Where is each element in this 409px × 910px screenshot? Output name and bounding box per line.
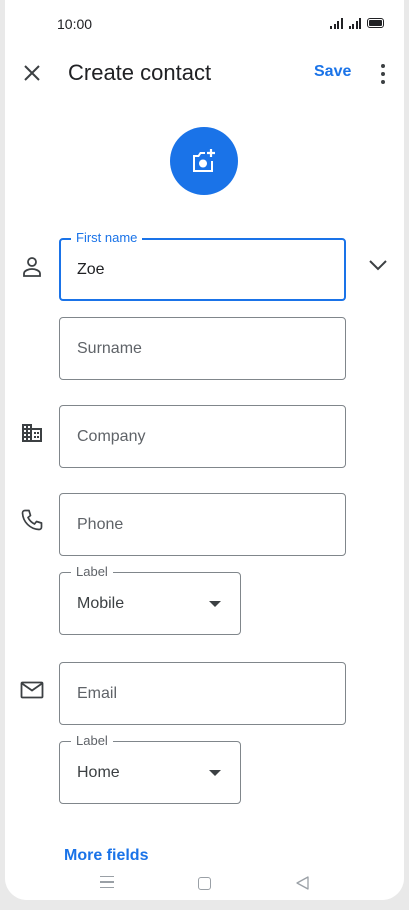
- person-icon: [19, 254, 45, 280]
- dropdown-arrow-icon: [209, 600, 221, 607]
- email-label-value: Home: [77, 763, 120, 781]
- email-label-caption: Label: [71, 733, 113, 749]
- phone-label-select[interactable]: Label Mobile: [59, 564, 241, 635]
- save-button[interactable]: Save: [314, 63, 351, 81]
- add-photo-button[interactable]: [170, 127, 238, 195]
- chevron-down-icon: [369, 260, 387, 271]
- battery-icon: [367, 18, 384, 28]
- phone-screen: 10:00 Create contact Save First name Zoe…: [5, 0, 404, 900]
- signal-icon-2: [348, 17, 361, 29]
- more-options-button[interactable]: [377, 61, 389, 87]
- phone-label-caption: Label: [71, 564, 113, 580]
- page-title: Create contact: [68, 60, 212, 85]
- phone-icon: [19, 507, 45, 533]
- add-photo-icon: [193, 149, 215, 172]
- phone-label-value: Mobile: [77, 594, 125, 612]
- phone-field[interactable]: Phone: [59, 493, 346, 556]
- nav-menu-icon[interactable]: [100, 876, 114, 888]
- more-fields-button[interactable]: More fields: [64, 847, 148, 865]
- email-label-select[interactable]: Label Home: [59, 733, 241, 804]
- close-icon: [24, 65, 40, 81]
- phone-placeholder: Phone: [77, 515, 124, 533]
- status-time: 10:00: [57, 16, 93, 32]
- surname-placeholder: Surname: [77, 339, 142, 357]
- more-vert-icon: [381, 64, 385, 68]
- status-icons: [330, 15, 384, 29]
- nav-back-icon[interactable]: [294, 875, 310, 891]
- company-placeholder: Company: [77, 427, 146, 445]
- company-field[interactable]: Company: [59, 405, 346, 468]
- dropdown-arrow-icon: [209, 769, 221, 776]
- surname-field[interactable]: Surname: [59, 317, 346, 380]
- business-icon: [19, 420, 45, 446]
- expand-name-button[interactable]: [365, 252, 391, 278]
- nav-home-icon[interactable]: [198, 877, 211, 890]
- first-name-value: Zoe: [77, 260, 105, 278]
- email-field[interactable]: Email: [59, 662, 346, 725]
- first-name-field[interactable]: First name Zoe: [59, 230, 346, 301]
- email-icon: [19, 677, 45, 703]
- system-nav-bar: [5, 866, 404, 900]
- close-button[interactable]: [19, 60, 45, 86]
- first-name-label: First name: [71, 230, 143, 246]
- signal-icon: [330, 17, 343, 29]
- email-placeholder: Email: [77, 684, 118, 702]
